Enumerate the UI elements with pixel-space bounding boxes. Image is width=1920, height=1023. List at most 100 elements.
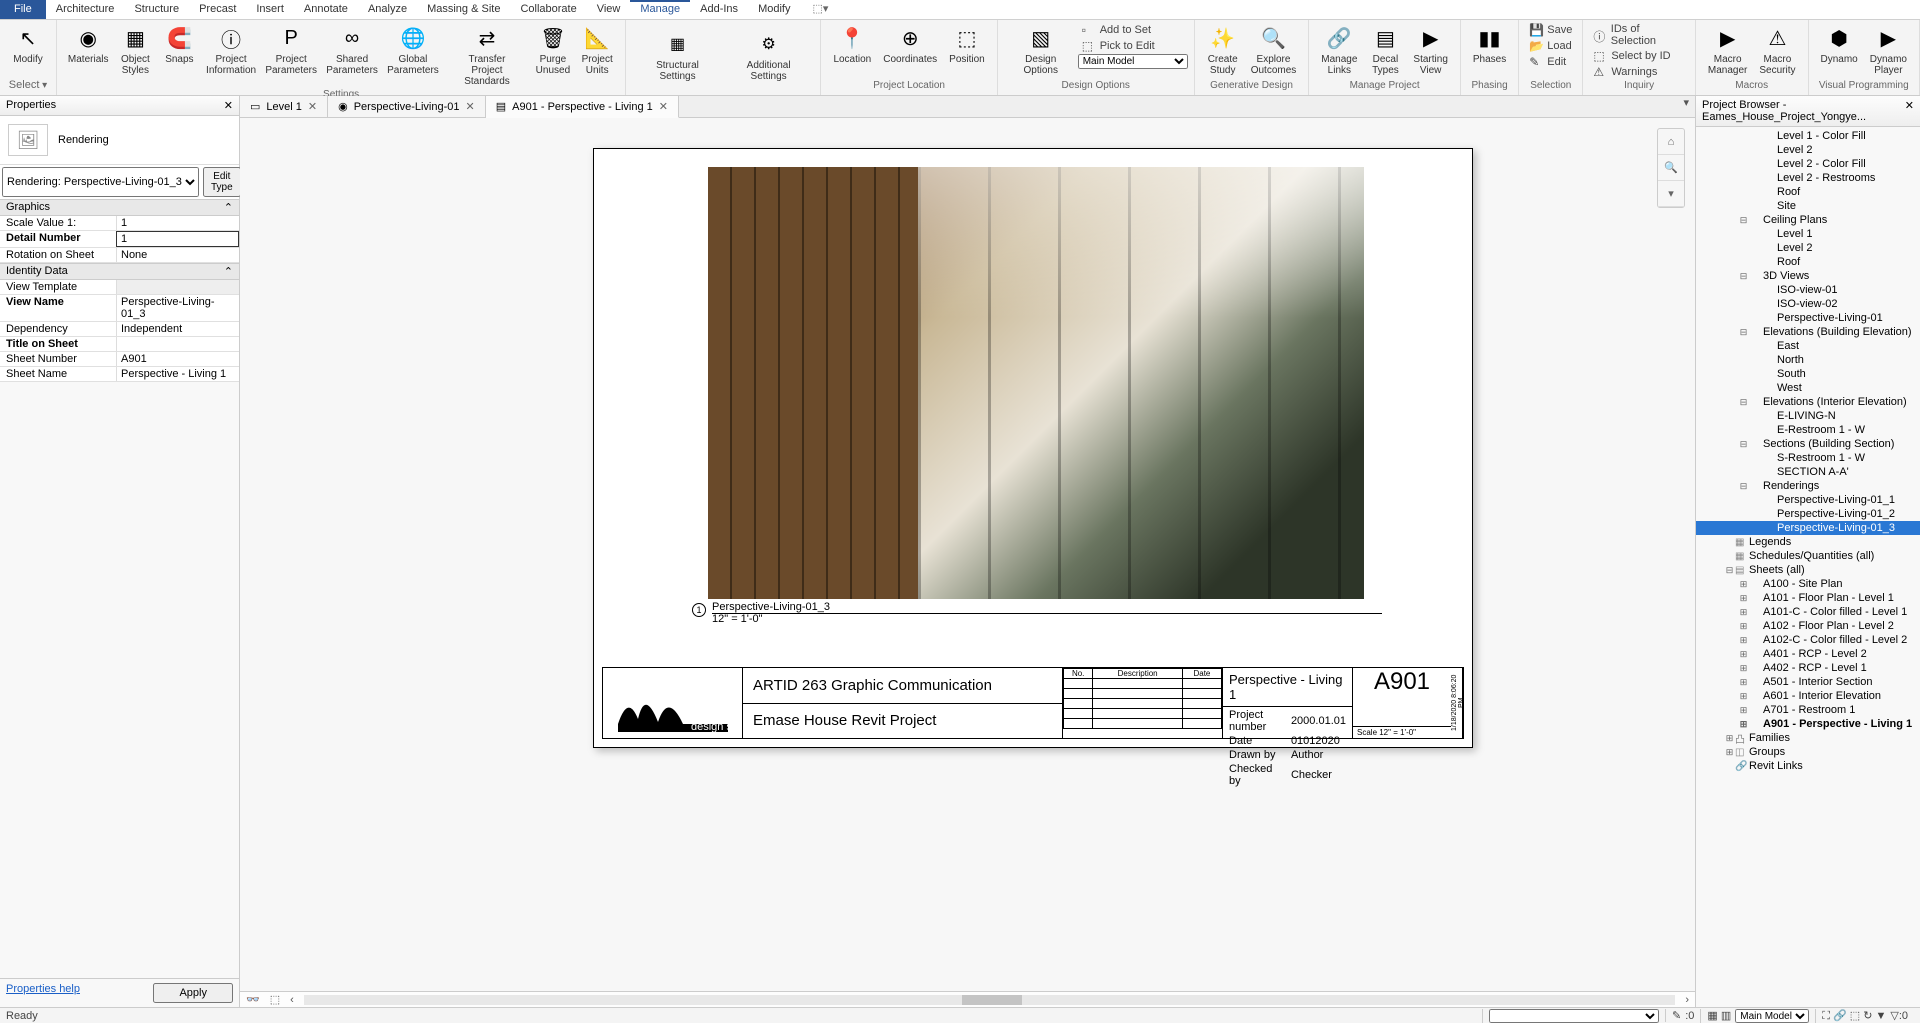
tree-item[interactable]: E-Restroom 1 - W — [1696, 423, 1920, 437]
tree-item[interactable]: ISO-view-02 — [1696, 297, 1920, 311]
status-select[interactable] — [1489, 1009, 1659, 1023]
additional-settings-button[interactable]: ⚙Additional Settings — [723, 28, 815, 84]
tree-item[interactable]: ⊞凸Families — [1696, 731, 1920, 745]
tree-item[interactable]: ⊞A701 - Restroom 1 — [1696, 703, 1920, 717]
tab-structure[interactable]: Structure — [124, 0, 189, 19]
nav-home-icon[interactable]: ⌂ — [1658, 129, 1684, 155]
tab-addins[interactable]: Add-Ins — [690, 0, 748, 19]
rb-visual-row-0[interactable]: ⬢Dynamo — [1815, 22, 1864, 67]
rb-macros-row-1[interactable]: ⚠MacroSecurity — [1753, 22, 1801, 78]
close-icon[interactable]: ✕ — [224, 99, 233, 112]
doctab[interactable]: ◉Perspective-Living-01✕ — [328, 96, 486, 117]
tree-item[interactable]: ⊟Ceiling Plans — [1696, 213, 1920, 227]
tree-item[interactable]: ⊟▤Sheets (all) — [1696, 563, 1920, 577]
edit-selection-button[interactable]: ✎Edit — [1525, 54, 1576, 70]
tab-insert[interactable]: Insert — [246, 0, 294, 19]
prop-row[interactable]: Sheet NamePerspective - Living 1 — [0, 367, 239, 382]
tree-item[interactable]: Level 2 — [1696, 241, 1920, 255]
tree-item[interactable]: ⊞A402 - RCP - Level 1 — [1696, 661, 1920, 675]
workset-icon[interactable]: ▦ ▥ — [1707, 1009, 1731, 1022]
tab-precast[interactable]: Precast — [189, 0, 246, 19]
tree-item[interactable]: ⊞A102-C - Color filled - Level 2 — [1696, 633, 1920, 647]
tree-item[interactable]: ⊞◫Groups — [1696, 745, 1920, 759]
prop-row[interactable]: DependencyIndependent — [0, 322, 239, 337]
tab-view[interactable]: View — [587, 0, 631, 19]
tree-item[interactable]: S-Restroom 1 - W — [1696, 451, 1920, 465]
status-icons[interactable]: ⛶ 🔗 ⬚ ↻ ▼ ▽:0 — [1815, 1009, 1914, 1023]
ribbon-btn-1[interactable]: ▦ObjectStyles — [113, 22, 157, 78]
tree-item[interactable]: ⊞A401 - RCP - Level 2 — [1696, 647, 1920, 661]
pick-to-edit-button[interactable]: ⬚Pick to Edit — [1078, 38, 1188, 54]
vc-crop-icon[interactable]: ⬚ — [270, 993, 280, 1006]
load-selection-button[interactable]: 📂Load — [1525, 38, 1576, 54]
rb-location-row-0[interactable]: 📍Location — [827, 22, 877, 67]
tree-item[interactable]: ⊞A901 - Perspective - Living 1 — [1696, 717, 1920, 731]
tree-item[interactable]: Level 2 - Restrooms — [1696, 171, 1920, 185]
tree-item[interactable]: Site — [1696, 199, 1920, 213]
doctab[interactable]: ▤A901 - Perspective - Living 1✕ — [486, 96, 679, 118]
ribbon-btn-8[interactable]: 🗑PurgeUnused — [531, 22, 576, 78]
ribbon-btn-5[interactable]: ∞SharedParameters — [322, 22, 383, 78]
main-model-select[interactable]: Main Model — [1078, 54, 1188, 69]
properties-help-link[interactable]: Properties help — [6, 983, 80, 1003]
save-selection-button[interactable]: 💾Save — [1525, 22, 1576, 38]
tree-item[interactable]: ⊟Renderings — [1696, 479, 1920, 493]
tab-collaborate[interactable]: Collaborate — [510, 0, 586, 19]
tree-item[interactable]: Level 1 - Color Fill — [1696, 129, 1920, 143]
rb-macros-row-0[interactable]: ▶MacroManager — [1702, 22, 1753, 78]
tree-item[interactable]: ⊞A601 - Interior Elevation — [1696, 689, 1920, 703]
status-model-select[interactable]: Main Model — [1735, 1009, 1809, 1023]
rb-location-row-2[interactable]: ⬚Position — [943, 22, 991, 67]
prop-row[interactable]: View Template — [0, 280, 239, 295]
close-icon[interactable]: ✕ — [1905, 99, 1914, 123]
drawing-canvas[interactable]: 1 Perspective-Living-01_3 12" = 1'-0" de… — [240, 118, 1695, 991]
tab-massing[interactable]: Massing & Site — [417, 0, 510, 19]
structural-settings-button[interactable]: ▦Structural Settings — [632, 28, 723, 84]
ribbon-btn-9[interactable]: 📐ProjectUnits — [575, 22, 619, 78]
close-icon[interactable]: ✕ — [466, 100, 475, 113]
prop-row[interactable]: Title on Sheet — [0, 337, 239, 352]
tree-item[interactable]: ⊟Sections (Building Section) — [1696, 437, 1920, 451]
close-icon[interactable]: ✕ — [659, 100, 668, 113]
tree-item[interactable]: ⊞A102 - Floor Plan - Level 2 — [1696, 619, 1920, 633]
apply-button[interactable]: Apply — [153, 983, 233, 1003]
rb-proj-row-0[interactable]: 🔗ManageLinks — [1315, 22, 1363, 78]
prop-row[interactable]: Scale Value 1:1 — [0, 216, 239, 231]
ribbon-btn-4[interactable]: PProjectParameters — [261, 22, 322, 78]
warnings-button[interactable]: ⚠Warnings — [1589, 64, 1689, 80]
tree-item[interactable]: ⊞A101 - Floor Plan - Level 1 — [1696, 591, 1920, 605]
add-to-set-button[interactable]: ▫Add to Set — [1078, 22, 1188, 38]
doctab[interactable]: ▭Level 1✕ — [240, 96, 328, 117]
tree-item[interactable]: ⊟3D Views — [1696, 269, 1920, 283]
ribbon-btn-6[interactable]: 🌐GlobalParameters — [383, 22, 444, 78]
tab-file[interactable]: File — [0, 0, 46, 19]
prop-row[interactable]: Detail Number1 — [0, 231, 239, 248]
tree-item[interactable]: Perspective-Living-01 — [1696, 311, 1920, 325]
prop-row[interactable]: Rotation on SheetNone — [0, 248, 239, 263]
tree-item[interactable]: ▦Legends — [1696, 535, 1920, 549]
tree-item[interactable]: Roof — [1696, 255, 1920, 269]
rb-location-row-1[interactable]: ⊕Coordinates — [877, 22, 943, 67]
phases-button[interactable]: ▮▮Phases — [1467, 22, 1512, 67]
doctabs-dropdown-icon[interactable]: ▾ — [1677, 96, 1695, 117]
tree-item[interactable]: East — [1696, 339, 1920, 353]
close-icon[interactable]: ✕ — [308, 100, 317, 113]
tab-architecture[interactable]: Architecture — [46, 0, 125, 19]
tree-item[interactable]: West — [1696, 381, 1920, 395]
prop-row[interactable]: View NamePerspective-Living-01_3 — [0, 295, 239, 322]
tab-modify[interactable]: Modify — [748, 0, 800, 19]
ribbon-btn-3[interactable]: ⓘProjectInformation — [201, 22, 260, 78]
tree-item[interactable]: Perspective-Living-01_2 — [1696, 507, 1920, 521]
tree-item[interactable]: ⊟Elevations (Interior Elevation) — [1696, 395, 1920, 409]
tree-item[interactable]: Level 2 — [1696, 143, 1920, 157]
ribbon-btn-7[interactable]: ⇄TransferProject Standards — [443, 22, 530, 89]
tab-manage[interactable]: Manage — [630, 0, 690, 19]
rb-gen-row-0[interactable]: ✨CreateStudy — [1201, 22, 1245, 78]
modify-button[interactable]: ↖Modify — [6, 22, 50, 67]
rb-proj-row-2[interactable]: ▶StartingView — [1407, 22, 1453, 78]
tree-item[interactable]: South — [1696, 367, 1920, 381]
nav-zoom-icon[interactable]: 🔍 — [1658, 155, 1684, 181]
vc-glasses-icon[interactable]: 👓 — [246, 993, 260, 1006]
tree-item[interactable]: ▦Schedules/Quantities (all) — [1696, 549, 1920, 563]
instance-select[interactable]: Rendering: Perspective-Living-01_3 — [2, 167, 199, 197]
